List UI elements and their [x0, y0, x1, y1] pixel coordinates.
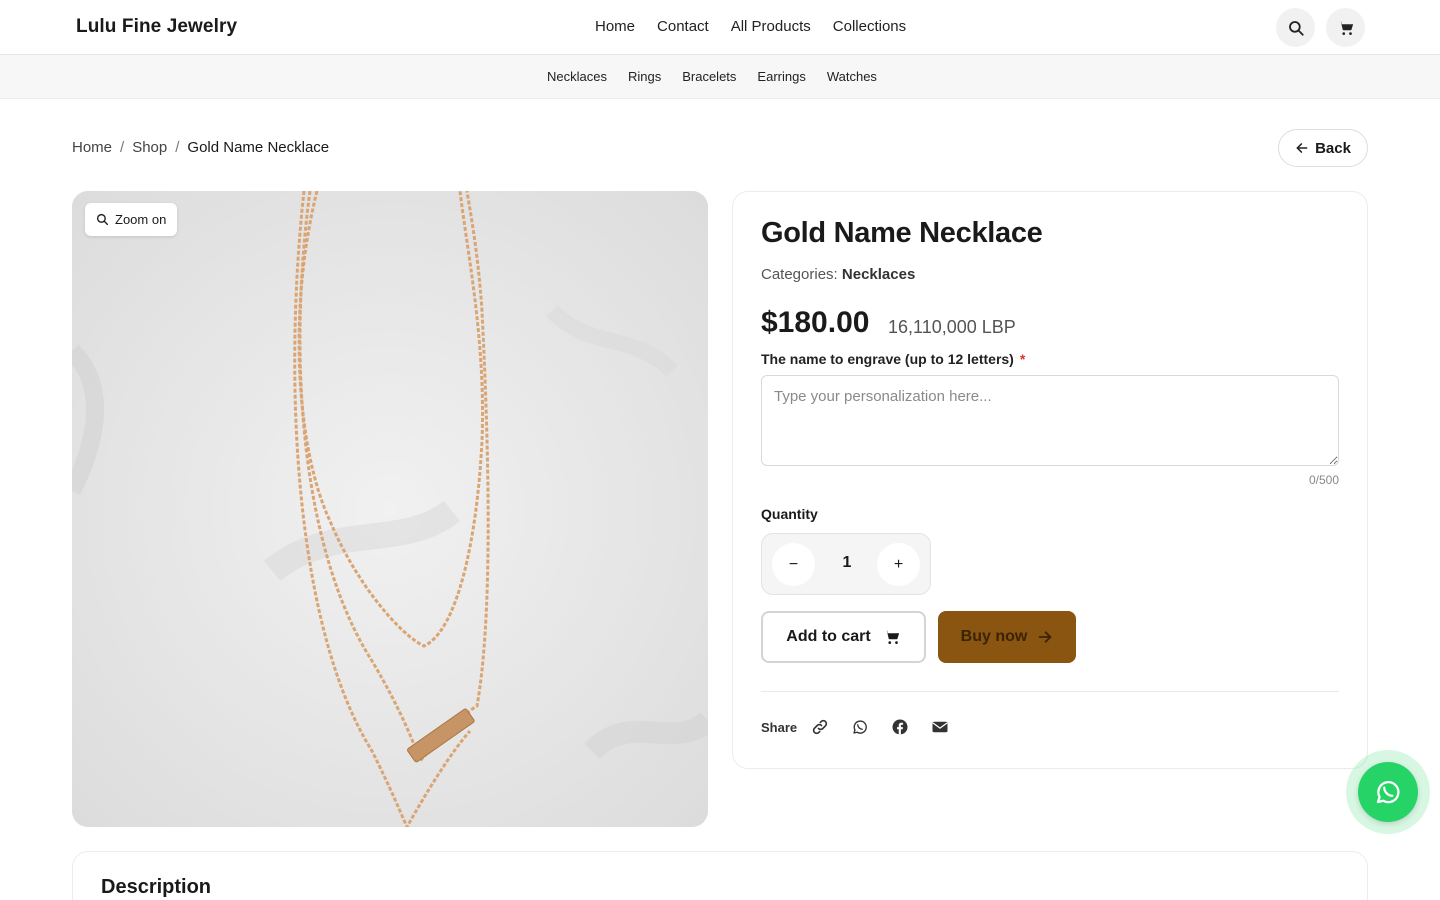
product-image[interactable]	[72, 191, 708, 827]
email-icon	[932, 721, 948, 733]
top-header: Lulu Fine Jewelry Home Contact All Produ…	[0, 0, 1440, 55]
character-counter: 0/500	[1308, 473, 1339, 487]
product-price-lbp: 16,110,000 LBP	[888, 317, 1016, 337]
add-to-cart-label: Add to cart	[786, 628, 871, 645]
breadcrumb-separator: /	[120, 139, 125, 156]
nav-item-contact[interactable]: Contact	[657, 18, 709, 35]
engrave-field[interactable]	[761, 375, 1339, 466]
arrow-left-icon	[1296, 143, 1308, 153]
engrave-label-text: The name to engrave (up to 12 letters)	[761, 351, 1014, 367]
arrow-right-icon	[1039, 631, 1052, 643]
category-necklaces[interactable]: Necklaces	[547, 69, 607, 84]
whatsapp-chat-button[interactable]	[1358, 762, 1418, 822]
nav-item-home[interactable]: Home	[595, 18, 635, 35]
breadcrumb-separator: /	[175, 139, 180, 156]
category-bracelets[interactable]: Bracelets	[682, 69, 736, 84]
back-button[interactable]: Back	[1278, 129, 1368, 167]
share-link-button[interactable]	[811, 718, 831, 738]
category-watches[interactable]: Watches	[827, 69, 877, 84]
decrement-button[interactable]: −	[772, 543, 815, 586]
increment-button[interactable]: +	[877, 543, 920, 586]
main-nav: Home Contact All Products Collections	[595, 18, 906, 35]
add-to-cart-button[interactable]: Add to cart	[761, 611, 926, 663]
facebook-icon	[892, 719, 908, 735]
breadcrumb-shop[interactable]: Shop	[132, 139, 167, 156]
category-earrings[interactable]: Earrings	[757, 69, 805, 84]
cart-icon	[884, 630, 899, 644]
zoom-icon	[96, 213, 109, 226]
categories-label: Categories:	[761, 266, 838, 283]
zoom-label: Zoom on	[115, 212, 167, 227]
breadcrumb-current: Gold Name Necklace	[187, 139, 330, 156]
product-price: $180.00	[761, 306, 870, 339]
category-link[interactable]: Necklaces	[842, 266, 915, 283]
whatsapp-icon	[1376, 781, 1400, 804]
brand-logo[interactable]: Lulu Fine Jewelry	[76, 16, 237, 38]
quantity-value[interactable]: 1	[832, 554, 862, 572]
buy-now-label: Buy now	[960, 628, 1028, 645]
nav-item-all-products[interactable]: All Products	[731, 18, 811, 35]
description-card	[72, 851, 1368, 900]
zoom-button[interactable]: Zoom on	[85, 203, 178, 236]
buy-now-button[interactable]: Buy now	[938, 611, 1076, 663]
nav-item-collections[interactable]: Collections	[833, 18, 906, 35]
share-email-button[interactable]	[931, 718, 951, 738]
breadcrumb-home[interactable]: Home	[72, 139, 112, 156]
link-icon	[812, 719, 828, 735]
product-title: Gold Name Necklace	[761, 217, 1043, 249]
cart-button[interactable]	[1326, 8, 1365, 47]
category-bar: Necklaces Rings Bracelets Earrings Watch…	[0, 55, 1440, 99]
description-title: Description	[101, 876, 212, 898]
category-rings[interactable]: Rings	[628, 69, 661, 84]
share-whatsapp-button[interactable]	[851, 718, 871, 738]
back-label: Back	[1315, 139, 1351, 157]
search-icon	[1288, 20, 1304, 36]
necklace-image	[72, 191, 708, 827]
cart-icon	[1338, 20, 1353, 35]
required-mark: *	[1019, 351, 1026, 367]
breadcrumb: Home / Shop / Gold Name Necklace	[72, 139, 329, 156]
engrave-label: The name to engrave (up to 12 letters) *	[761, 351, 1025, 367]
category-nav: Necklaces Rings Bracelets Earrings Watch…	[547, 69, 877, 84]
divider	[761, 691, 1339, 692]
product-categories: Categories: Necklaces	[761, 266, 915, 283]
whatsapp-icon	[853, 720, 867, 734]
share-facebook-button[interactable]	[891, 718, 911, 738]
quantity-label: Quantity	[761, 506, 818, 522]
quantity-stepper: − 1 +	[761, 533, 931, 595]
search-button[interactable]	[1276, 8, 1315, 47]
share-label: Share	[761, 720, 798, 735]
